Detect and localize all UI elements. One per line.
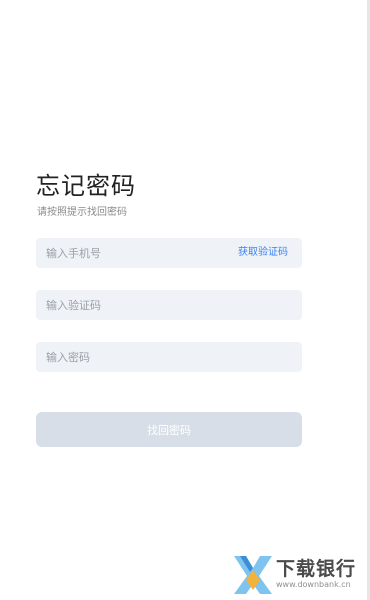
forgot-password-page: 忘记密码 请按照提示找回密码 获取验证码 找回密码 下载银行 www.downb… bbox=[0, 0, 370, 600]
watermark-url: www.downbank.cn bbox=[276, 580, 351, 589]
password-input[interactable] bbox=[46, 342, 292, 372]
code-field bbox=[36, 290, 302, 320]
watermark: 下载银行 www.downbank.cn bbox=[232, 552, 368, 598]
page-title: 忘记密码 bbox=[36, 172, 136, 200]
phone-input[interactable] bbox=[46, 238, 226, 268]
phone-field: 获取验证码 bbox=[36, 238, 302, 268]
watermark-name: 下载银行 bbox=[276, 558, 357, 580]
page-subtitle: 请按照提示找回密码 bbox=[37, 207, 127, 218]
get-code-button[interactable]: 获取验证码 bbox=[238, 238, 288, 268]
password-field bbox=[36, 342, 302, 372]
recover-password-button[interactable]: 找回密码 bbox=[36, 412, 302, 447]
downbank-logo-icon bbox=[234, 556, 272, 594]
verification-code-input[interactable] bbox=[46, 290, 292, 320]
